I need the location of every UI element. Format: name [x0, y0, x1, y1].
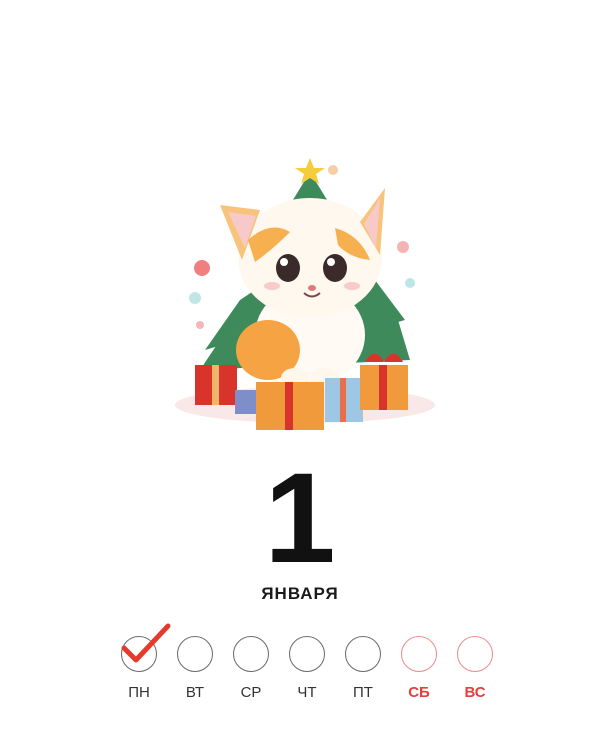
weekday-sat[interactable]: СБ: [398, 634, 444, 714]
weekday-wed[interactable]: СР: [230, 634, 276, 714]
weekday-label: СБ: [408, 684, 430, 701]
weekday-label: ВТ: [185, 684, 205, 701]
weekday-tue[interactable]: ВТ: [174, 634, 220, 714]
checkmark-icon: [121, 623, 171, 663]
weekday-fri[interactable]: ПТ: [342, 634, 388, 714]
month-name: ЯНВАРЯ: [261, 584, 339, 603]
weekday-circle[interactable]: [289, 636, 325, 672]
calendar-page: 1 ЯНВАРЯ ПН ВТ СР ЧТ ПТ СБ ВС: [0, 0, 600, 750]
weekday-label: ПТ: [353, 684, 373, 701]
weekday-selector: ПН ВТ СР ЧТ ПТ СБ ВС: [118, 623, 500, 714]
weekday-circle[interactable]: [177, 636, 213, 672]
weekday-label: ПН: [128, 684, 150, 701]
kitten-christmas-illustration: [175, 158, 435, 430]
weekday-sun[interactable]: ВС: [454, 634, 500, 714]
weekday-circle[interactable]: [233, 636, 269, 672]
day-number: 1: [264, 447, 336, 590]
weekday-thu[interactable]: ЧТ: [286, 634, 332, 714]
weekday-label: СР: [240, 684, 262, 701]
weekday-label: ВС: [464, 684, 486, 701]
weekday-circle[interactable]: [345, 636, 381, 672]
weekday-circle[interactable]: [457, 636, 493, 672]
weekday-mon[interactable]: ПН: [118, 623, 171, 714]
weekday-label: ЧТ: [297, 684, 317, 701]
weekday-circle[interactable]: [401, 636, 437, 672]
